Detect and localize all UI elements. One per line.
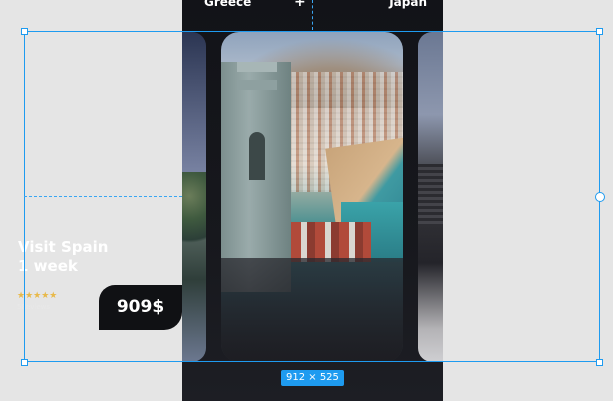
center-guide-line <box>312 0 313 30</box>
dimensions-badge: 912 × 525 <box>281 370 344 386</box>
destination-tab-japan[interactable]: Japan <box>389 0 427 9</box>
resize-handle-bottom-left[interactable] <box>21 359 28 366</box>
resize-handle-bottom-right[interactable] <box>596 359 603 366</box>
resize-handle-top-left[interactable] <box>21 28 28 35</box>
plus-icon[interactable]: + <box>294 0 306 10</box>
alignment-guide-line <box>24 196 182 197</box>
rotate-handle-icon[interactable] <box>595 192 605 202</box>
resize-handle-top-right[interactable] <box>596 28 603 35</box>
destination-tab-greece[interactable]: Greece <box>204 0 251 9</box>
